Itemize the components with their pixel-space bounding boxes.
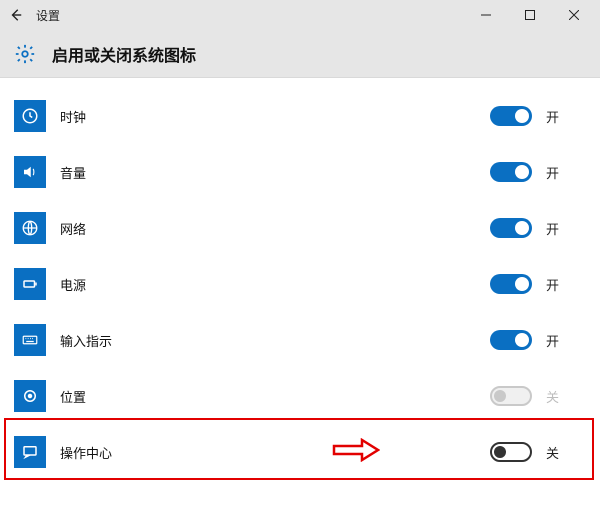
- toggle-state-text: 开: [546, 331, 586, 350]
- row-label: 网络: [60, 219, 86, 238]
- keyboard-icon: [14, 324, 46, 356]
- toggle-network[interactable]: [490, 218, 532, 238]
- row-action-center: 操作中心 关: [14, 424, 586, 480]
- row-label: 时钟: [60, 107, 86, 126]
- row-power: 电源 开: [14, 256, 586, 312]
- toggle-volume[interactable]: [490, 162, 532, 182]
- window-title: 设置: [36, 7, 60, 24]
- close-button[interactable]: [552, 0, 596, 30]
- minimize-button[interactable]: [464, 0, 508, 30]
- row-label: 输入指示: [60, 331, 112, 350]
- close-icon: [569, 10, 579, 20]
- row-network: 网络 开: [14, 200, 586, 256]
- clock-icon: [14, 100, 46, 132]
- toggle-state-text: 关: [546, 387, 586, 406]
- row-location: 位置 关: [14, 368, 586, 424]
- arrow-left-icon: [9, 8, 23, 22]
- maximize-button[interactable]: [508, 0, 552, 30]
- row-input: 输入指示 开: [14, 312, 586, 368]
- volume-icon: [14, 156, 46, 188]
- row-label: 位置: [60, 387, 86, 406]
- toggle-power[interactable]: [490, 274, 532, 294]
- row-label: 操作中心: [60, 443, 112, 462]
- settings-list: 时钟 开 音量 开 网络 开 电源 开 输入指示: [0, 78, 600, 480]
- page-title: 启用或关闭系统图标: [52, 42, 196, 66]
- toggle-state-text: 关: [546, 443, 586, 462]
- toggle-clock[interactable]: [490, 106, 532, 126]
- toggle-state-text: 开: [546, 275, 586, 294]
- toggle-state-text: 开: [546, 107, 586, 126]
- power-icon: [14, 268, 46, 300]
- toggle-input[interactable]: [490, 330, 532, 350]
- row-label: 电源: [60, 275, 86, 294]
- gear-icon: [14, 43, 36, 65]
- maximize-icon: [525, 10, 535, 20]
- page-header: 启用或关闭系统图标: [0, 30, 600, 78]
- row-volume: 音量 开: [14, 144, 586, 200]
- minimize-icon: [481, 10, 491, 20]
- toggle-action-center[interactable]: [490, 442, 532, 462]
- row-clock: 时钟 开: [14, 88, 586, 144]
- back-button[interactable]: [4, 3, 28, 27]
- network-icon: [14, 212, 46, 244]
- row-label: 音量: [60, 163, 86, 182]
- location-icon: [14, 380, 46, 412]
- toggle-state-text: 开: [546, 163, 586, 182]
- toggle-state-text: 开: [546, 219, 586, 238]
- toggle-location: [490, 386, 532, 406]
- action-center-icon: [14, 436, 46, 468]
- title-bar: 设置: [0, 0, 600, 30]
